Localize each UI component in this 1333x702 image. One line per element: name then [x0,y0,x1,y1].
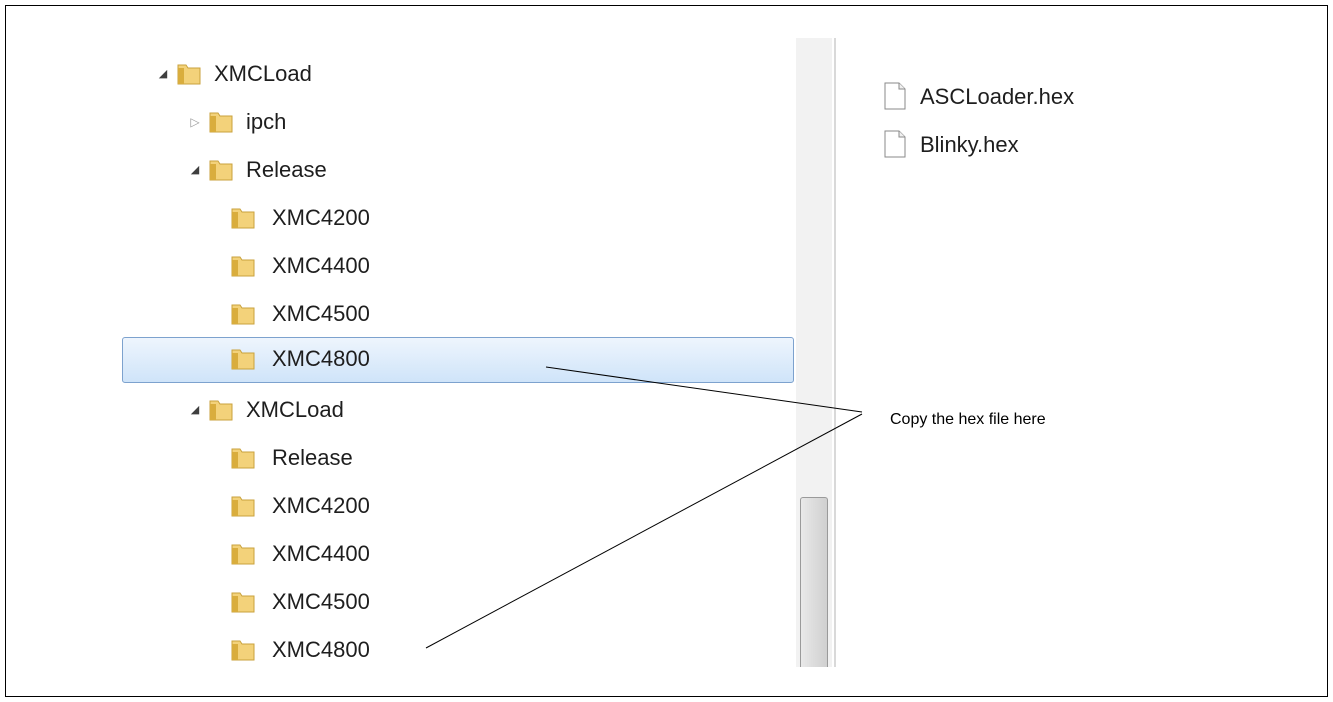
pane-splitter[interactable] [834,38,836,667]
folder-icon [209,112,233,133]
tree-item-ipch[interactable]: ▷ ipch [122,100,822,146]
tree-item-xmc4200[interactable]: XMC4200 [122,196,822,242]
tree-item-label: XMC4200 [272,205,370,230]
folder-icon [231,496,255,517]
folder-icon [209,400,233,421]
tree-item-label: XMC4400 [272,541,370,566]
tree-item-release-2[interactable]: Release [122,436,822,482]
tree-item-label: Release [246,157,327,182]
tree-item-label: XMC4800 [272,346,370,371]
tree-item-release[interactable]: ◢ Release [122,148,822,194]
folder-icon [231,349,255,370]
tree-item-label: XMC4500 [272,589,370,614]
folder-icon [231,208,255,229]
expanded-arrow-icon[interactable]: ◢ [188,403,202,417]
tree-item-label: XMCLoad [214,61,312,86]
expanded-arrow-icon[interactable]: ◢ [156,67,170,81]
tree-item-xmc4200-2[interactable]: XMC4200 [122,484,822,530]
tree-item-label: XMCLoad [246,397,344,422]
folder-icon [231,640,255,661]
tree-item-xmc4500[interactable]: XMC4500 [122,292,822,338]
tree-item-xmcload-2[interactable]: ◢ XMCLoad [122,388,822,434]
selection-highlight [122,337,794,383]
expanded-arrow-icon[interactable]: ◢ [188,163,202,177]
file-item-ascloader[interactable]: ASCLoader.hex [884,78,1204,118]
tree-item-label: XMC4400 [272,253,370,278]
folder-icon [231,592,255,613]
file-name: Blinky.hex [920,132,1019,157]
folder-icon [231,448,255,469]
document-icon [884,82,906,110]
folder-icon [177,64,201,85]
folder-tree: ◢ XMCLoad ▷ ipch ◢ Release XMC4200 XMC44… [122,38,822,667]
tree-item-xmc4800-2[interactable]: XMC4800 [122,628,822,674]
tree-item-label: XMC4200 [272,493,370,518]
folder-icon [231,544,255,565]
tree-item-label: Release [272,445,353,470]
folder-icon [231,304,255,325]
tree-item-xmc4500-2[interactable]: XMC4500 [122,580,822,626]
document-icon [884,130,906,158]
tree-item-label: XMC4800 [272,637,370,662]
file-name: ASCLoader.hex [920,84,1075,109]
tree-item-xmc4400[interactable]: XMC4400 [122,244,822,290]
tree-item-xmc4400-2[interactable]: XMC4400 [122,532,822,578]
tree-item-label: ipch [246,109,287,134]
folder-icon [231,256,255,277]
file-explorer: ◢ XMCLoad ▷ ipch ◢ Release XMC4200 XMC44… [122,38,1204,667]
tree-item-label: XMC4500 [272,301,370,326]
tree-item-xmcload[interactable]: ◢ XMCLoad [122,52,822,98]
collapsed-arrow-icon[interactable]: ▷ [188,115,202,129]
file-list-pane: ASCLoader.hex Blinky.hex [838,38,1204,667]
file-item-blinky[interactable]: Blinky.hex [884,126,1204,166]
scrollbar-thumb[interactable] [800,497,828,667]
folder-icon [209,160,233,181]
callout-text: Copy the hex file here [890,411,1046,428]
tree-item-xmc4800-selected[interactable]: XMC4800 [122,337,822,383]
